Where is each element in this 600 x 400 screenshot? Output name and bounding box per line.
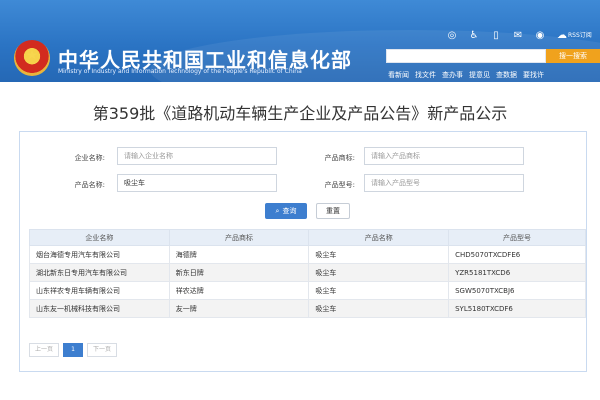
cell-product: 吸尘车 [309, 282, 449, 300]
query-button[interactable]: ⌕ 查询 [265, 203, 307, 219]
site-header: 中华人民共和国工业和信息化部 Ministry of Industry and … [0, 0, 600, 82]
cell-company: 烟台海德专用汽车有限公司 [30, 246, 170, 264]
product-label: 产品名称: [45, 180, 105, 190]
cell-company: 山东祥农专用车辆有限公司 [30, 282, 170, 300]
product-input[interactable]: 吸尘车 [117, 174, 277, 192]
col-company: 企业名称 [30, 230, 170, 246]
table-row[interactable]: 烟台海德专用汽车有限公司 海德牌 吸尘车 CHD5070TXCDFE6 [30, 246, 586, 264]
site-search-button[interactable]: 搜一搜索 [546, 49, 600, 63]
top-icon-bar: ◎ ♿ ▯ ✉ ◉ ☁ [446, 30, 568, 42]
cell-brand: 新东日牌 [169, 264, 309, 282]
cell-brand: 友一牌 [169, 300, 309, 318]
col-model: 产品型号 [449, 230, 586, 246]
cell-brand: 海德牌 [169, 246, 309, 264]
rss-link[interactable]: RSS订阅 [568, 30, 592, 39]
cell-product: 吸尘车 [309, 300, 449, 318]
cell-product: 吸尘车 [309, 246, 449, 264]
query-label: 查询 [282, 206, 296, 216]
cell-company: 湖北新东日专用汽车有限公司 [30, 264, 170, 282]
company-input[interactable]: 请输入企业名称 [117, 147, 277, 165]
pagination: 上一页 1 下一页 [29, 343, 117, 357]
wheelchair-icon[interactable]: ♿ [468, 30, 480, 42]
reset-button[interactable]: 重置 [316, 203, 350, 219]
table-header-row: 企业名称 产品商标 产品名称 产品型号 [30, 230, 586, 246]
cell-product: 吸尘车 [309, 264, 449, 282]
prev-page-button[interactable]: 上一页 [29, 343, 59, 357]
nav-services[interactable]: 查办事 [442, 70, 463, 80]
model-input[interactable]: 请输入产品型号 [364, 174, 524, 192]
company-label: 企业名称: [45, 153, 105, 163]
nav-data[interactable]: 查数据 [496, 70, 517, 80]
header-nav: 看新闻 找文件 查办事 提意见 查数据 要找许 [388, 70, 544, 80]
nav-permits[interactable]: 要找许 [523, 70, 544, 80]
col-product: 产品名称 [309, 230, 449, 246]
page-title: 第359批《道路机动车辆生产企业及产品公告》新产品公示 [0, 100, 600, 124]
search-icon: ⌕ [276, 207, 280, 216]
weibo-icon[interactable]: ◉ [534, 30, 546, 42]
wechat-icon[interactable]: ☁ [556, 30, 568, 42]
accessibility-icon[interactable]: ◎ [446, 30, 458, 42]
nav-news[interactable]: 看新闻 [388, 70, 409, 80]
cell-model: SGW5070TXCBJ6 [449, 282, 586, 300]
cell-model: YZR5181TXCD6 [449, 264, 586, 282]
national-emblem-icon [14, 40, 50, 76]
cell-company: 山东友一机械科技有限公司 [30, 300, 170, 318]
table-row[interactable]: 湖北新东日专用汽车有限公司 新东日牌 吸尘车 YZR5181TXCD6 [30, 264, 586, 282]
page-1-button[interactable]: 1 [63, 343, 83, 357]
model-label: 产品型号: [295, 180, 355, 190]
mobile-icon[interactable]: ▯ [490, 30, 502, 42]
nav-feedback[interactable]: 提意见 [469, 70, 490, 80]
table-row[interactable]: 山东祥农专用车辆有限公司 祥农达牌 吸尘车 SGW5070TXCBJ6 [30, 282, 586, 300]
brand-input[interactable]: 请输入产品商标 [364, 147, 524, 165]
col-brand: 产品商标 [169, 230, 309, 246]
cell-model: SYL5180TXCDF6 [449, 300, 586, 318]
mail-icon[interactable]: ✉ [512, 30, 524, 42]
cell-model: CHD5070TXCDFE6 [449, 246, 586, 264]
nav-files[interactable]: 找文件 [415, 70, 436, 80]
site-subtitle: Ministry of Industry and Information Tec… [58, 68, 302, 75]
table-row[interactable]: 山东友一机械科技有限公司 友一牌 吸尘车 SYL5180TXCDF6 [30, 300, 586, 318]
cell-brand: 祥农达牌 [169, 282, 309, 300]
next-page-button[interactable]: 下一页 [87, 343, 117, 357]
results-table: 企业名称 产品商标 产品名称 产品型号 烟台海德专用汽车有限公司 海德牌 吸尘车… [29, 229, 586, 318]
brand-label: 产品商标: [295, 153, 355, 163]
site-search-input[interactable] [386, 49, 546, 63]
